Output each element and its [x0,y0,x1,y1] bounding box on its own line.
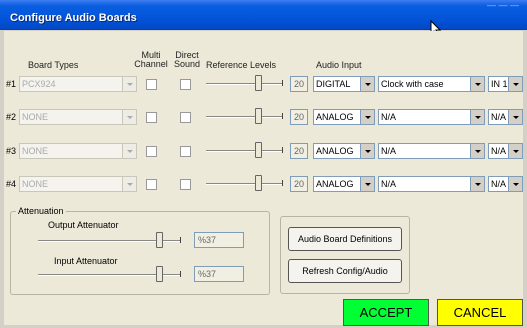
clock-source-select[interactable]: Clock with case [378,76,485,92]
header-board-types: Board Types [28,60,79,70]
clock-source-select[interactable]: N/A [378,143,485,159]
chevron-down-icon[interactable] [508,77,522,91]
reference-level-value: 20 [290,176,308,192]
title-bar: Configure Audio Boards — — — [0,0,527,30]
input-type-select[interactable]: DIGITAL [313,76,375,92]
cancel-button[interactable]: CANCEL [437,299,523,326]
output-attenuator-value: %37 [194,232,244,248]
input-attenuator-label: Input Attenuator [54,256,118,266]
chevron-down-icon[interactable] [122,144,136,158]
board-number: #2 [6,112,17,122]
dialog-body: Board Types Multi Channel Direct Sound Ref… [4,31,523,326]
multi-channel-checkbox[interactable] [146,79,157,90]
input-channel-select[interactable]: IN 1 [488,76,523,92]
chevron-down-icon[interactable] [470,77,484,91]
chevron-down-icon[interactable] [508,177,522,191]
board-type-select[interactable]: NONE [19,109,137,125]
faint-corner-text: — — — [486,0,519,10]
board-number: #3 [6,146,17,156]
input-type-select[interactable]: ANALOG [313,176,375,192]
header-audio-input: Audio Input [316,60,362,70]
chevron-down-icon[interactable] [360,110,374,124]
chevron-down-icon[interactable] [360,177,374,191]
board-number: #4 [6,179,17,189]
board-number: #1 [6,79,17,89]
chevron-down-icon[interactable] [360,144,374,158]
reference-level-value: 20 [290,143,308,159]
multi-channel-checkbox[interactable] [146,179,157,190]
header-reference-levels: Reference Levels [206,60,277,70]
chevron-down-icon[interactable] [122,77,136,91]
input-attenuator-value: %37 [194,266,244,282]
window-title: Configure Audio Boards [10,12,137,24]
multi-channel-checkbox[interactable] [146,112,157,123]
chevron-down-icon[interactable] [122,177,136,191]
clock-source-select[interactable]: N/A [378,176,485,192]
reference-level-value: 20 [290,76,308,92]
chevron-down-icon[interactable] [470,144,484,158]
refresh-config-button[interactable]: Refresh Config/Audio [288,259,402,283]
multi-channel-checkbox[interactable] [146,146,157,157]
chevron-down-icon[interactable] [360,77,374,91]
clock-source-select[interactable]: N/A [378,109,485,125]
chevron-down-icon[interactable] [470,110,484,124]
chevron-down-icon[interactable] [508,144,522,158]
direct-sound-checkbox[interactable] [180,79,191,90]
input-channel-select[interactable]: N/A [488,143,523,159]
accept-button[interactable]: ACCEPT [343,299,429,326]
reference-level-value: 20 [290,109,308,125]
direct-sound-checkbox[interactable] [180,112,191,123]
audio-board-definitions-button[interactable]: Audio Board Definitions [288,227,402,251]
input-channel-select[interactable]: N/A [488,109,523,125]
board-type-select[interactable]: NONE [19,143,137,159]
output-attenuator-label: Output Attenuator [48,220,119,230]
header-direct-sound: Direct Sound [173,50,201,69]
direct-sound-checkbox[interactable] [180,146,191,157]
input-type-select[interactable]: ANALOG [313,109,375,125]
chevron-down-icon[interactable] [508,110,522,124]
attenuation-group-label: Attenuation [16,206,66,216]
input-type-select[interactable]: ANALOG [313,143,375,159]
board-type-select[interactable]: NONE [19,176,137,192]
chevron-down-icon[interactable] [122,110,136,124]
board-type-select[interactable]: PCX924 [19,76,137,92]
header-multi-channel: Multi Channel [134,50,168,69]
direct-sound-checkbox[interactable] [180,179,191,190]
chevron-down-icon[interactable] [470,177,484,191]
input-channel-select[interactable]: N/A [488,176,523,192]
